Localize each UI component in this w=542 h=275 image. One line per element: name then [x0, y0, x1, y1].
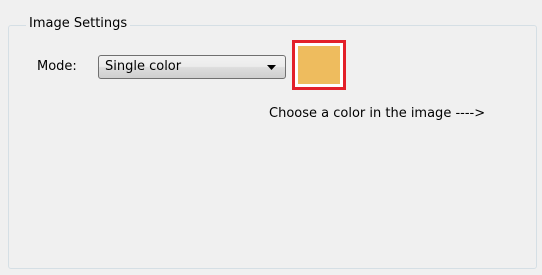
mode-dropdown-value: Single color [105, 59, 182, 74]
dropdown-arrow-icon [267, 65, 276, 70]
mode-label: Mode: [37, 59, 77, 74]
image-settings-panel: Image Settings Mode: Single color Choose… [0, 0, 542, 275]
color-swatch-button[interactable] [292, 40, 346, 90]
hint-text: Choose a color in the image ----> [269, 106, 486, 121]
color-swatch [298, 46, 340, 84]
group-title: Image Settings [26, 16, 131, 32]
mode-dropdown[interactable]: Single color [98, 55, 286, 79]
